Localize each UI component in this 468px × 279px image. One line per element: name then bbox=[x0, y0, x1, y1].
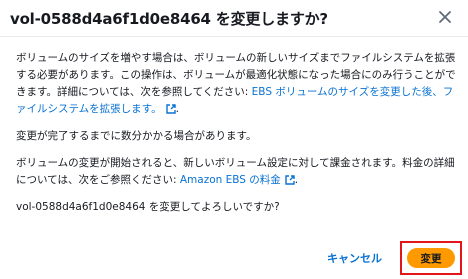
billing-period: . bbox=[294, 174, 299, 186]
dialog-body: ボリュームのサイズを増やす場合は、ボリュームの新しいサイズまでファイルシステムを… bbox=[16, 50, 456, 226]
ebs-pricing-link-text: Amazon EBS の料金 bbox=[179, 174, 281, 186]
dialog-title: vol-0588d4a6f1d0e8464 を変更しますか? bbox=[10, 10, 328, 28]
modify-button[interactable]: 変更 bbox=[407, 248, 455, 268]
close-icon[interactable] bbox=[436, 8, 454, 26]
external-link-icon bbox=[165, 104, 176, 114]
dialog-footer: キャンセル 変更 bbox=[0, 239, 468, 279]
modify-volume-dialog: vol-0588d4a6f1d0e8464 を変更しますか? ボリュームのサイズ… bbox=[0, 0, 468, 279]
external-link-icon bbox=[285, 175, 295, 185]
confirm-question: vol-0588d4a6f1d0e8464 を変更してよろしいですか? bbox=[16, 201, 280, 213]
dialog-header: vol-0588d4a6f1d0e8464 を変更しますか? bbox=[0, 0, 468, 37]
cancel-button[interactable]: キャンセル bbox=[327, 250, 382, 266]
resize-info-period: . bbox=[175, 103, 179, 115]
duration-paragraph: 変更が完了するまでに数分かかる場合があります。 bbox=[16, 130, 257, 142]
resize-info-paragraph: ボリュームのサイズを増やす場合は、ボリュームの新しいサイズまでファイルシステムを… bbox=[16, 50, 456, 118]
billing-paragraph: ボリュームの変更が開始されると、新しいボリューム設定に対して課金されます。料金の… bbox=[16, 155, 456, 189]
ebs-pricing-link[interactable]: Amazon EBS の料金 bbox=[180, 174, 295, 186]
